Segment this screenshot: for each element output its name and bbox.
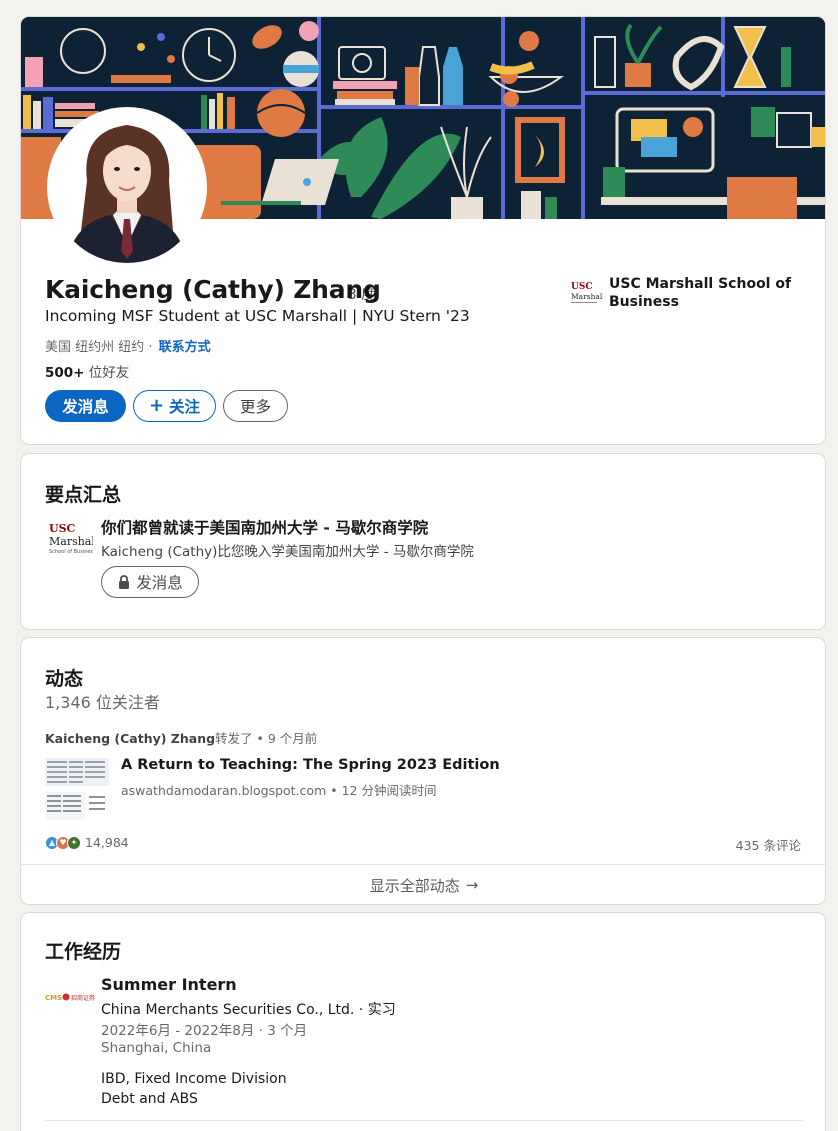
connections-number: 500+ <box>45 365 85 381</box>
message-button[interactable]: 发消息 <box>45 390 126 422</box>
usc-logo-text-usc: USC <box>571 282 593 292</box>
usc-marshall-logo: USC Marshall School of Business <box>47 520 99 556</box>
lock-icon <box>119 574 130 589</box>
job-dates: 2022年6月 - 2022年8月 · 3 个月 <box>101 1023 308 1039</box>
highlight-item-title: 你们都曾就读于美国南加州大学 - 马歇尔商学院 <box>101 519 429 537</box>
svg-text:招商证券: 招商证券 <box>71 994 95 1002</box>
highlights-card: 要点汇总 USC Marshall School of Business 你们都… <box>20 453 826 630</box>
show-all-activity-button[interactable]: 显示全部动态 → <box>21 865 825 904</box>
post-source: aswathdamodaran.blogspot.com • 12 分钟阅读时间 <box>121 783 437 798</box>
activity-title: 动态 <box>45 668 84 690</box>
connections-count[interactable]: 500+ 位好友 <box>45 361 129 381</box>
job-description-line1: IBD, Fixed Income Division <box>101 1071 287 1087</box>
followers-count: 1,346 位关注者 <box>45 693 160 712</box>
svg-text:Marshall: Marshall <box>49 535 93 548</box>
school-name: USC Marshall School of Business <box>609 276 792 310</box>
repost-action: 转发了 • 9 个月前 <box>215 731 318 746</box>
svg-text:School of Business: School of Business <box>49 549 93 555</box>
education-summary[interactable]: USC Marshall USC Marshall School of Busi… <box>569 275 799 311</box>
highlights-title: 要点汇总 <box>45 484 122 506</box>
post-thumbnail[interactable] <box>45 758 109 820</box>
repost-line: Kaicheng (Cathy) Zhang转发了 • 9 个月前 <box>45 728 317 747</box>
avatar-photo <box>51 111 203 263</box>
location-text: 美国 纽约州 纽约 · <box>45 340 153 355</box>
highlight-message-button[interactable]: 发消息 <box>101 566 199 598</box>
repost-author[interactable]: Kaicheng (Cathy) Zhang <box>45 731 215 746</box>
company-name: China Merchants Securities Co., Ltd. · 实… <box>101 1002 396 1018</box>
profile-card: Kaicheng (Cathy) Zhang · 3 度 Incoming MS… <box>20 16 826 445</box>
experience-divider <box>45 1120 803 1121</box>
reaction-count: 14,984 <box>85 835 129 850</box>
profile-name: Kaicheng (Cathy) Zhang <box>45 275 381 304</box>
highlight-message-label: 发消息 <box>136 574 183 592</box>
comments-count[interactable]: 435 条评论 <box>736 835 801 854</box>
profile-headline: Incoming MSF Student at USC Marshall | N… <box>45 307 470 325</box>
job-description-line2: Debt and ABS <box>101 1091 198 1107</box>
follow-button[interactable]: + 关注 <box>133 390 216 422</box>
plus-icon: + <box>148 395 165 416</box>
more-button[interactable]: 更多 <box>223 390 288 422</box>
svg-text:USC: USC <box>49 522 76 535</box>
job-title: Summer Intern <box>101 975 237 994</box>
more-button-label: 更多 <box>239 398 271 416</box>
svg-text:CMS: CMS <box>45 994 62 1002</box>
svg-text:Marshall: Marshall <box>571 292 603 301</box>
show-all-label: 显示全部动态 <box>369 876 460 895</box>
experience-card: 工作经历 CMS 招商证券 Summer Intern China Mercha… <box>20 912 826 1131</box>
contact-info-link[interactable]: 联系方式 <box>159 340 211 355</box>
experience-title: 工作经历 <box>45 941 122 963</box>
connection-degree: · 3 度 <box>339 287 376 303</box>
profile-location: 美国 纽约州 纽约 · 联系方式 <box>45 336 211 355</box>
activity-card: 动态 1,346 位关注者 Kaicheng (Cathy) Zhang转发了 … <box>20 637 826 905</box>
post-title[interactable]: A Return to Teaching: The Spring 2023 Ed… <box>121 757 500 773</box>
highlight-item-subtitle: Kaicheng (Cathy)比您晚入学美国南加州大学 - 马歇尔商学院 <box>101 544 474 560</box>
job-location: Shanghai, China <box>101 1040 212 1056</box>
support-icon: ✦ <box>67 835 81 850</box>
cms-logo[interactable]: CMS 招商证券 <box>45 989 95 1003</box>
arrow-right-icon: → <box>465 876 479 894</box>
connections-label: 位好友 <box>84 365 130 381</box>
message-button-label: 发消息 <box>62 398 109 416</box>
profile-avatar[interactable] <box>47 107 207 267</box>
usc-marshall-logo: USC Marshall <box>569 275 605 309</box>
reactions-summary[interactable]: ▲ ♥ ✦ 14,984 <box>45 835 129 850</box>
follow-button-label: 关注 <box>169 398 201 416</box>
